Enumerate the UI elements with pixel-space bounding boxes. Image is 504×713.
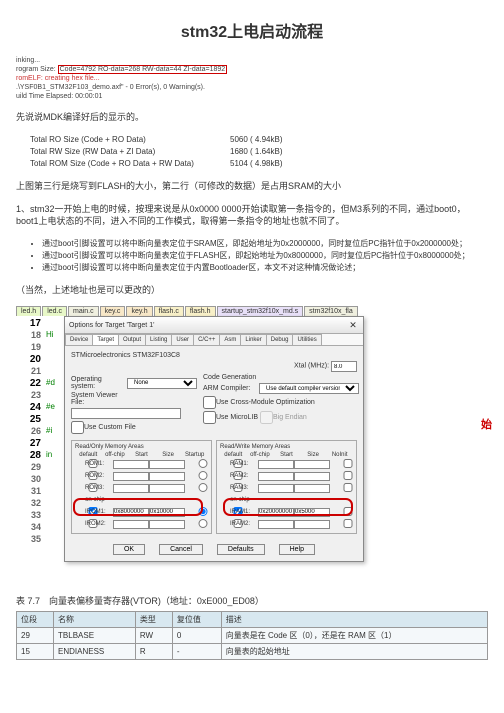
dialog-title: Options for Target 'Target 1' [69,322,154,329]
chip-label: STMicroelectronics STM32F103C8 [71,352,180,359]
tab-led-h[interactable]: led.h [16,306,41,316]
boot-bullets: 通过boot引脚设置可以将中断向量表定位于SRAM区，即起始地址为0x20000… [32,238,488,274]
tab-led-c[interactable]: led.c [42,306,67,316]
ram2-start[interactable] [258,472,294,481]
page-title: stm32上电启动流程 [16,18,488,42]
irom1-start[interactable] [113,508,149,517]
options-dialog: Options for Target 'Target 1' ✕ Device T… [64,316,364,562]
iram1-size[interactable] [294,508,330,517]
ram3-noinit[interactable] [330,483,366,492]
dlg-tab-utilities[interactable]: Utilities [292,334,321,345]
os-label: Operating system: [71,376,127,390]
rom1-size[interactable] [149,460,185,469]
ram1-size[interactable] [294,460,330,469]
rw-memory-group: Read/Write Memory Areas defaultoff-chipS… [216,440,357,534]
para-2: 上图第三行是烧写到FLASH的大小，第二行（可修改的数据）是占用SRAM的大小 [16,180,488,193]
ram1-noinit[interactable] [330,459,366,468]
irom2-start[interactable] [113,520,149,529]
size-highlight: Code=4792 RO-data=268 RW-data=44 ZI-data… [58,65,228,74]
ram3-start[interactable] [258,484,294,493]
dlg-tab-target[interactable]: Target [92,334,119,345]
table-row: 29TBLBASERW0向量表是在 Code 区（0），还是在 RAM 区（1） [17,628,488,644]
dlg-tab-asm[interactable]: Asm [219,334,241,345]
para-4: （当然，上述地址也是可以更改的） [16,284,488,297]
irom1-size[interactable] [149,508,185,517]
build-output: inking... rogram Size: Code=4792 RO-data… [16,56,488,101]
codegen-label: Code Generation [203,374,359,381]
rom3-size[interactable] [149,484,185,493]
custom-file-check[interactable] [71,421,84,434]
annotation-red: 始 [481,416,492,432]
dlg-tab-debug[interactable]: Debug [266,334,294,345]
editor-area: led.h led.c main.c key.c key.h flash.c f… [16,306,488,564]
tab-key-h[interactable]: key.h [126,306,152,316]
iram1-noinit[interactable] [330,507,366,516]
dlg-tab-linker[interactable]: Linker [240,334,266,345]
tab-flash-h[interactable]: flash.h [185,306,216,316]
bigendian-check [260,411,273,424]
tab-stm32-fla[interactable]: stm32f10x_fla [304,306,358,316]
rom2-size[interactable] [149,472,185,481]
ram2-noinit[interactable] [330,471,366,480]
arm-label: ARM Compiler: [203,385,259,392]
dlg-tab-output[interactable]: Output [118,334,146,345]
sv-label: System Viewer File: [71,392,127,406]
dlg-tab-cc[interactable]: C/C++ [193,334,220,345]
tab-main-c[interactable]: main.c [68,306,99,316]
code-fragments: Hi #d#e #iin [46,318,55,462]
microlib-check[interactable] [203,411,216,424]
crossmod-check[interactable] [203,396,216,409]
iram2-noinit[interactable] [330,519,366,528]
editor-tabs: led.h led.c main.c key.c key.h flash.c f… [16,306,488,316]
ram2-size[interactable] [294,472,330,481]
iram2-size[interactable] [294,520,330,529]
sv-input[interactable] [71,408,181,419]
cancel-button[interactable]: Cancel [159,544,203,555]
iram1-start[interactable] [258,508,294,517]
arm-select[interactable]: Use default compiler version 5 [259,383,359,394]
dlg-tab-device[interactable]: Device [65,334,93,345]
defaults-button[interactable]: Defaults [217,544,265,555]
ok-button[interactable]: OK [113,544,145,555]
rom2-start[interactable] [113,472,149,481]
dlg-tab-listing[interactable]: Listing [145,334,172,345]
table-row: 15ENDIANESSR-向量表的起始地址 [17,644,488,660]
xtal-label: Xtal (MHz): [294,363,329,370]
ro-memory-group: Read/Only Memory Areas defaultoff-chipSt… [71,440,212,534]
totals-block: Total RO Size (Code + RO Data)5060 ( 4.9… [30,134,488,170]
line-gutter: 171819 202122 232425 262728 293031 32333… [16,318,44,546]
tab-flash-c[interactable]: flash.c [154,306,184,316]
ram3-size[interactable] [294,484,330,493]
rom1-start[interactable] [113,460,149,469]
irom2-size[interactable] [149,520,185,529]
xtal-input[interactable] [331,361,357,372]
close-icon[interactable]: ✕ [347,319,359,331]
tab-key-c[interactable]: key.c [100,306,126,316]
dialog-tabs: Device Target Output Listing User C/C++ … [65,334,363,346]
help-button[interactable]: Help [279,544,315,555]
iram2-start[interactable] [258,520,294,529]
para-1: 先说说MDK编译好后的显示的。 [16,111,488,124]
vtor-table: 位段名称类型复位值描述 29TBLBASERW0向量表是在 Code 区（0），… [16,611,488,660]
tab-startup[interactable]: startup_stm32f10x_md.s [217,306,304,316]
table-caption: 表 7.7 向量表偏移量寄存器(VTOR)（地址：0xE000_ED08） [16,594,488,607]
ram1-start[interactable] [258,460,294,469]
dlg-tab-user[interactable]: User [171,334,194,345]
rom3-start[interactable] [113,484,149,493]
os-select[interactable]: None [127,378,197,389]
para-3: 1、stm32一开始上电的时候，按理来说是从0x0000 0000开始读取第一条… [16,203,488,228]
